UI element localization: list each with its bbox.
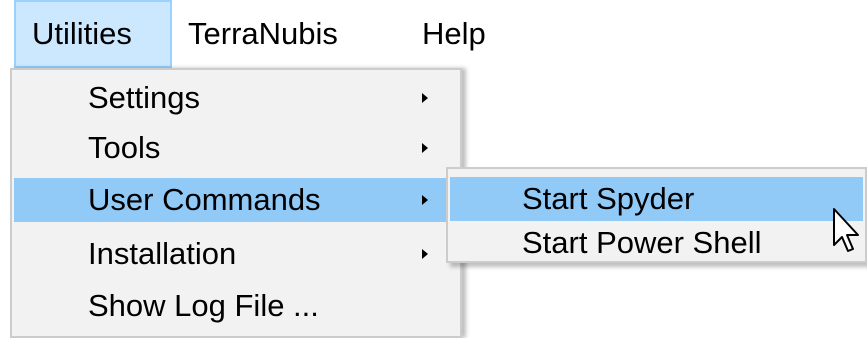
user-commands-submenu: Start Spyder Start Power Shell xyxy=(446,167,867,263)
menu-terranubis[interactable]: TerraNubis xyxy=(172,0,406,68)
menu-item-label: Show Log File ... xyxy=(88,288,319,323)
menu-item-settings[interactable]: Settings xyxy=(14,76,458,120)
chevron-right-icon xyxy=(422,93,428,103)
menu-item-installation[interactable]: Installation xyxy=(14,232,458,276)
menu-item-label: Start Spyder xyxy=(522,181,695,216)
chevron-right-icon xyxy=(422,143,428,153)
utilities-dropdown-menu: Settings Tools User Commands Installatio… xyxy=(10,68,462,338)
menu-item-start-power-shell[interactable]: Start Power Shell xyxy=(450,221,863,265)
menu-item-label: Start Power Shell xyxy=(522,225,762,260)
menu-item-user-commands[interactable]: User Commands xyxy=(14,178,458,222)
menu-item-label: Tools xyxy=(88,130,161,165)
menu-item-show-log-file[interactable]: Show Log File ... xyxy=(14,284,458,328)
menu-help[interactable]: Help xyxy=(406,0,504,68)
chevron-right-icon xyxy=(422,195,428,205)
menu-item-start-spyder[interactable]: Start Spyder xyxy=(450,177,863,221)
chevron-right-icon xyxy=(422,249,428,259)
mouse-pointer-icon xyxy=(833,208,859,252)
menu-utilities[interactable]: Utilities xyxy=(14,0,172,68)
menu-item-tools[interactable]: Tools xyxy=(14,126,458,170)
menu-item-label: User Commands xyxy=(88,182,321,217)
menu-item-label: Installation xyxy=(88,236,237,271)
menu-bar: Utilities TerraNubis Help xyxy=(0,0,867,68)
menu-item-label: Settings xyxy=(88,80,201,115)
